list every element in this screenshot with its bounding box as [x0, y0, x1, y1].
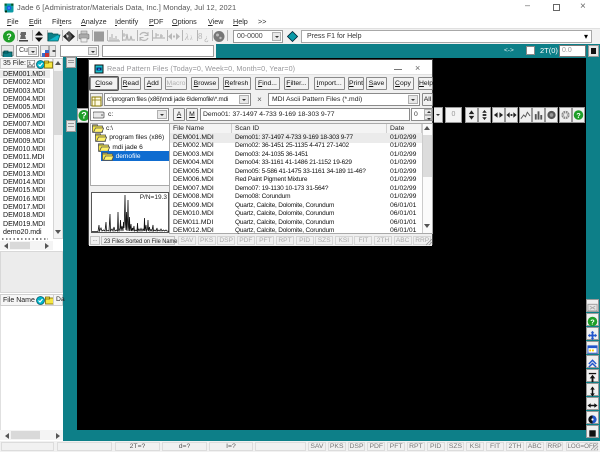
svg-text:?: ?: [576, 111, 581, 120]
svg-text:?: ?: [81, 111, 87, 121]
svg-text:?: ?: [590, 317, 595, 326]
svg-text:8: 8: [198, 32, 203, 41]
svg-text:?: ?: [6, 32, 12, 42]
svg-text:λ: λ: [184, 32, 189, 42]
svg-text:¿: ¿: [204, 34, 209, 43]
svg-text:λ: λ: [189, 36, 193, 42]
